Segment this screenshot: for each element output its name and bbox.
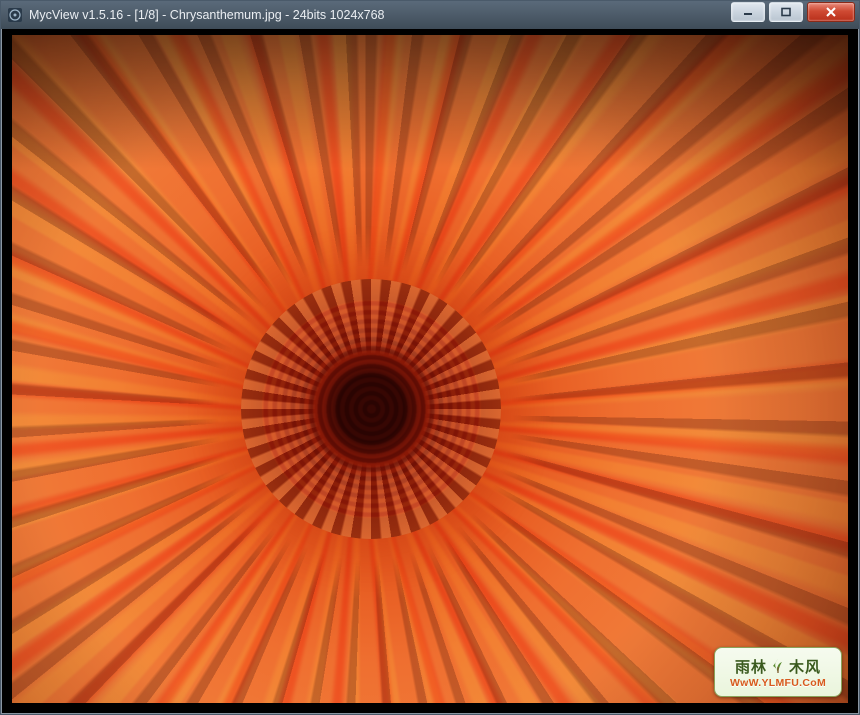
- watermark-badge: 雨林 木风 WwW.YLMFU.CoM: [714, 647, 842, 697]
- displayed-image[interactable]: 雨林 木风 WwW.YLMFU.CoM: [12, 35, 848, 703]
- maximize-button[interactable]: [769, 2, 803, 22]
- titlebar[interactable]: MycView v1.5.16 - [1/8] - Chrysanthemum.…: [1, 1, 859, 29]
- watermark-url: WwW.YLMFU.CoM: [730, 677, 826, 689]
- app-icon: [7, 7, 23, 23]
- close-button[interactable]: [807, 2, 855, 22]
- watermark-line1: 雨林 木风: [735, 656, 821, 677]
- minimize-button[interactable]: [731, 2, 765, 22]
- leaf-icon: [769, 657, 787, 675]
- window-title: MycView v1.5.16 - [1/8] - Chrysanthemum.…: [29, 8, 731, 22]
- image-flower-center: [241, 279, 501, 539]
- window-controls: [731, 1, 859, 29]
- watermark-text-left: 雨林: [735, 656, 767, 677]
- app-window: MycView v1.5.16 - [1/8] - Chrysanthemum.…: [0, 0, 860, 715]
- content-area: 雨林 木风 WwW.YLMFU.CoM: [1, 29, 859, 714]
- watermark-text-right: 木风: [789, 656, 821, 677]
